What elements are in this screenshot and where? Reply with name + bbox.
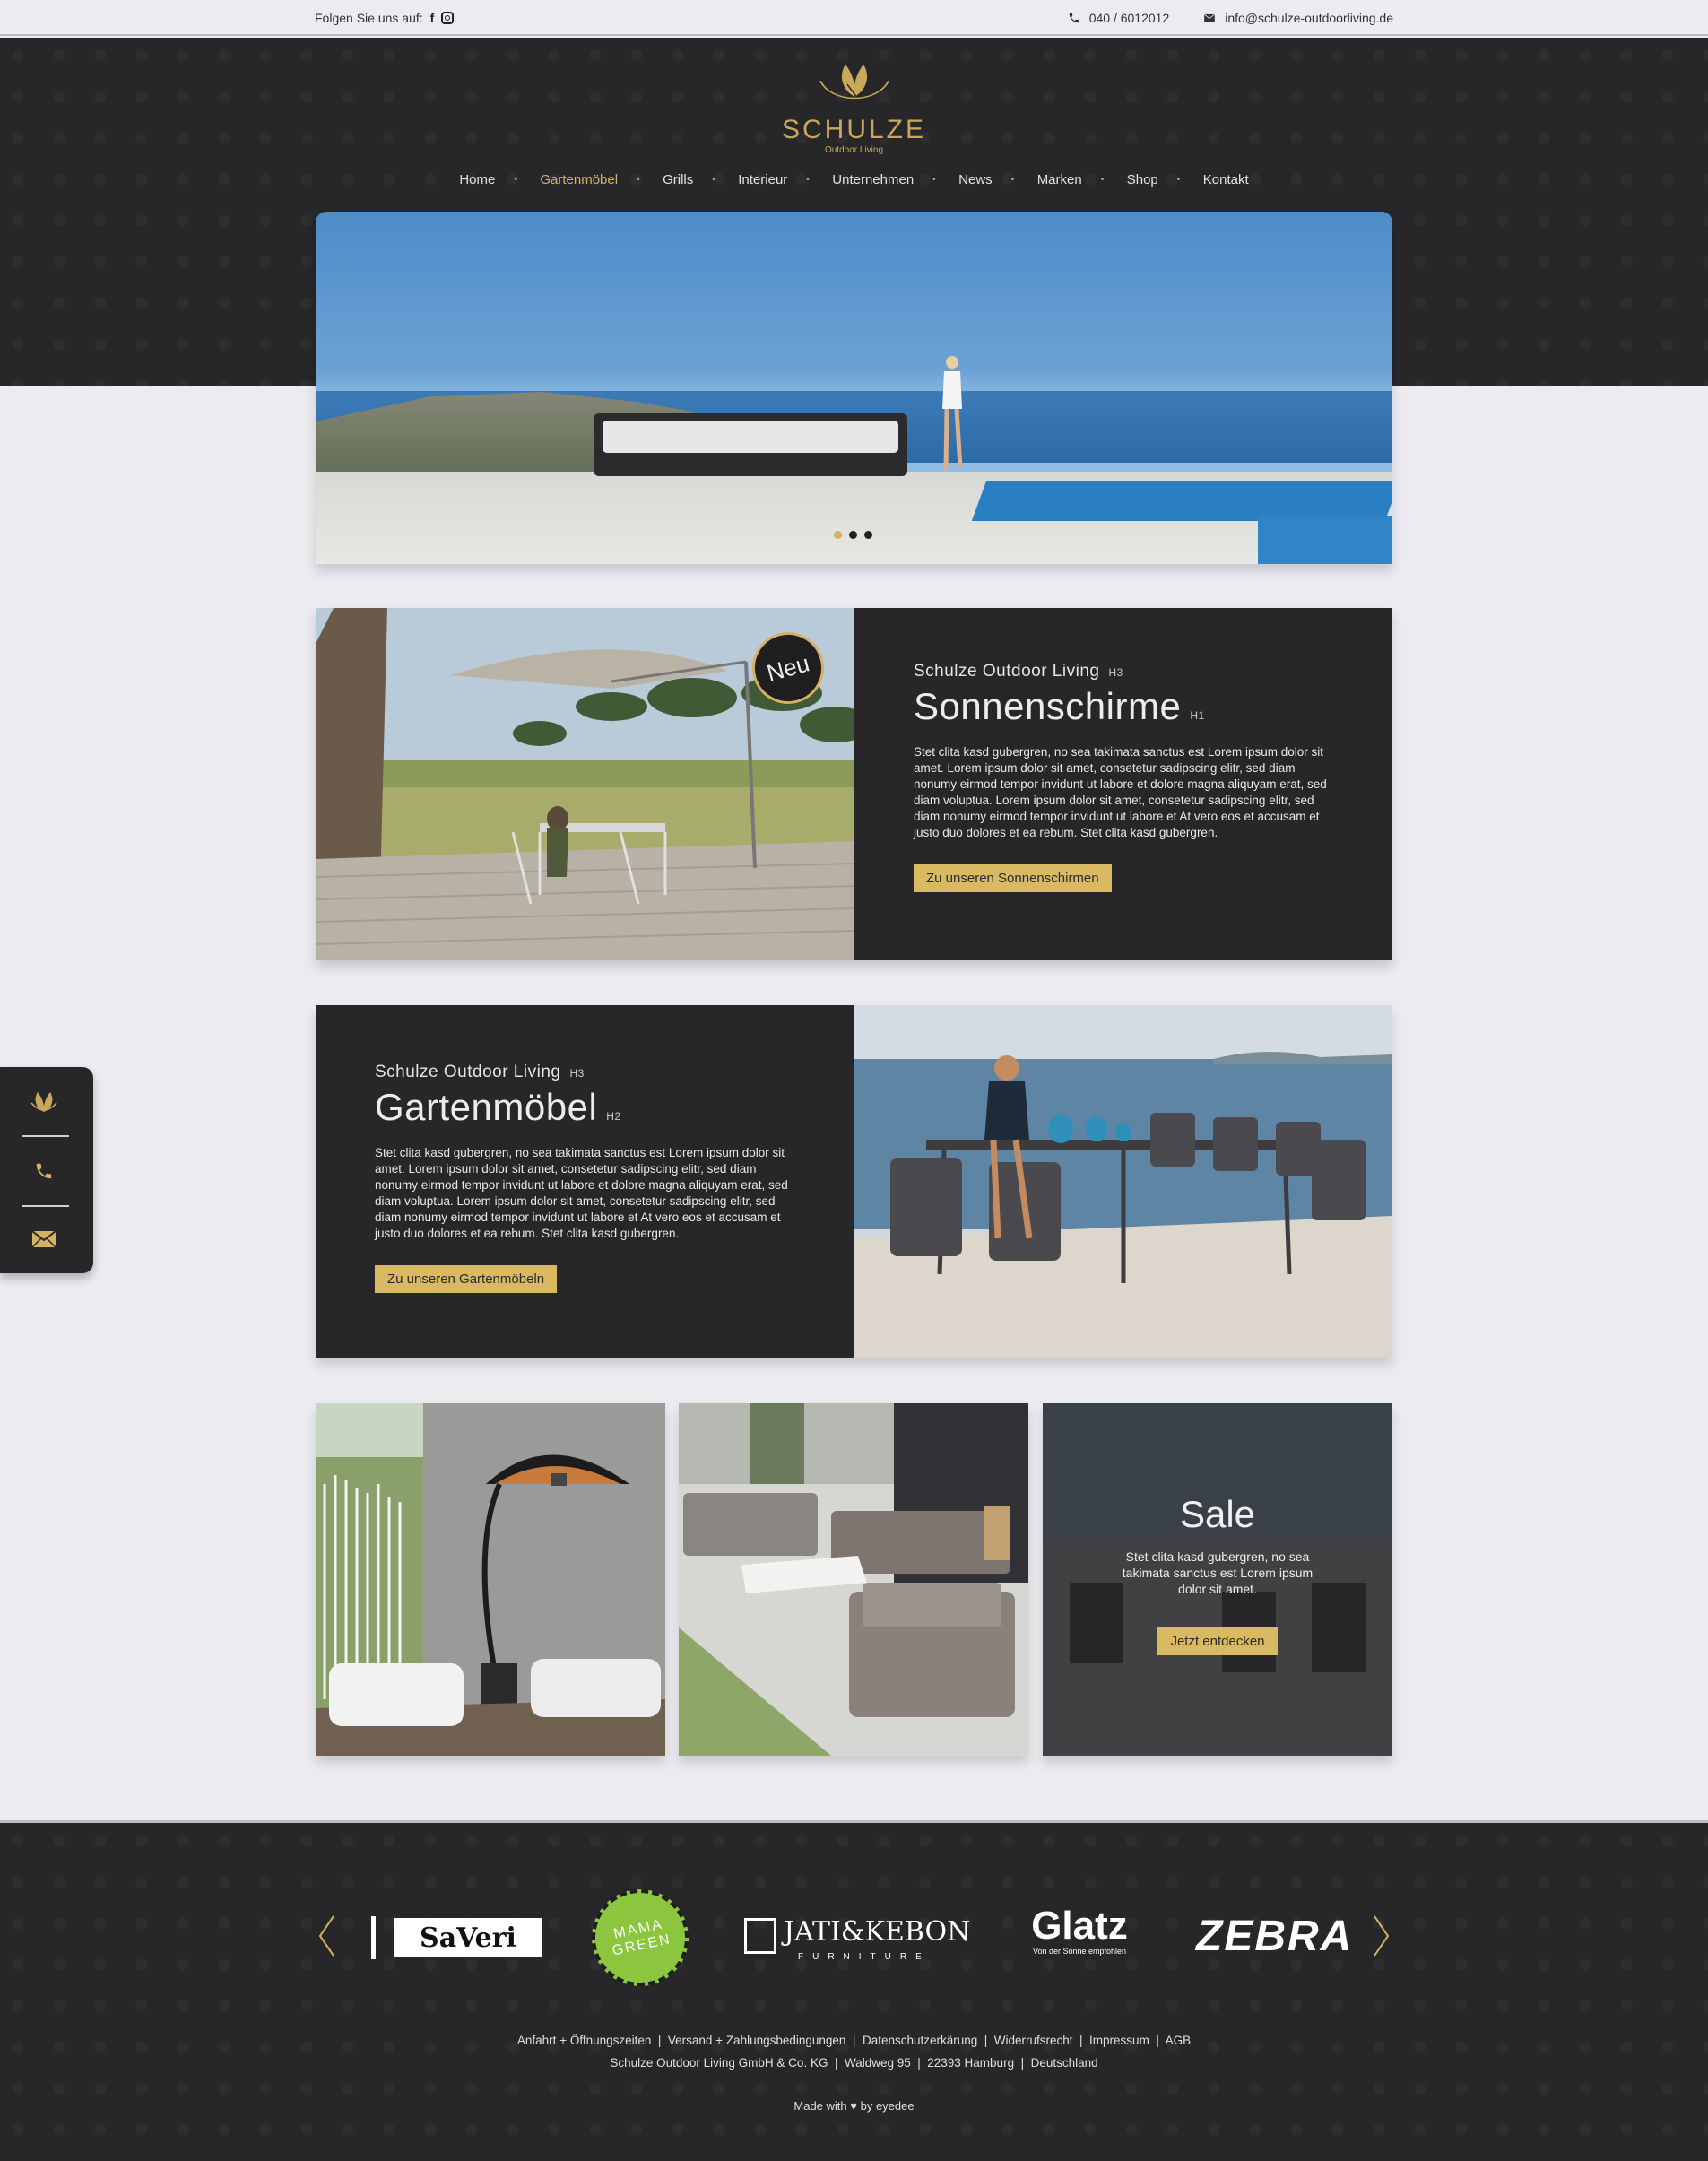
feature-body: Stet clita kasd gubergren, no sea takima… (375, 1146, 788, 1240)
feature-panel: Schulze Outdoor Living H3 Sonnenschirme H1… (854, 608, 1392, 960)
heart-icon: ♥ (850, 2099, 857, 2113)
feature-gartenmoebel: Schulze Outdoor Living H3 Gartenmöbel H2 S… (316, 1005, 1392, 1358)
follow-label: Folgen Sie uns auf: (315, 11, 423, 25)
nav-item-kontakt[interactable]: Kontakt (1177, 172, 1271, 187)
brand-name: Glatz (1031, 1904, 1128, 1948)
jati-k-icon (744, 1918, 776, 1954)
phone-icon (36, 1163, 52, 1179)
brand-name: JATI&KEBON (784, 1916, 971, 1948)
top-bar: Folgen Sie uns auf: f 040 / 6012012 info… (0, 0, 1708, 36)
chevron-right-icon[interactable] (1373, 1914, 1391, 1957)
slider-dot[interactable] (834, 531, 842, 539)
feature-image-umbrella: Neu (316, 608, 854, 960)
feature-title: Gartenmöbel H2 (375, 1086, 621, 1128)
nav-item-grills[interactable]: Grills (637, 172, 715, 187)
logo-leaf-icon (819, 65, 889, 100)
brand-logo-saveri[interactable]: SaVeri (371, 1916, 542, 1959)
brand-logo-mamagreen[interactable]: MAMA GREEN (582, 1879, 698, 1996)
sale-title: Sale (1179, 1493, 1256, 1535)
logo[interactable]: SCHULZE Outdoor Living (780, 57, 928, 174)
slider-dots (834, 531, 872, 539)
feature-image-dining (854, 1005, 1392, 1358)
logo-leaf-icon (30, 1092, 57, 1112)
sale-overlay: Sale Stet clita kasd gubergren, no sea t… (1043, 1403, 1392, 1756)
social-follow: Folgen Sie uns auf: f (315, 11, 455, 25)
nav-item-unternehmen[interactable]: Unternehmen (806, 172, 936, 187)
feature-kicker: Schulze Outdoor Living H3 (914, 662, 1123, 681)
sonnenschirme-button[interactable]: Zu unseren Sonnenschirmen (914, 864, 1112, 892)
brand-carousel: SaVeri MAMA GREEN JATI&KEBON FURNITURE G… (316, 1879, 1392, 1996)
hero-person (942, 356, 963, 471)
brand-tagline: Outdoor Living (824, 145, 884, 155)
credit-link[interactable]: by eyedee (861, 2099, 915, 2113)
hero-slider[interactable] (316, 212, 1392, 564)
brand-name: ZEBRA (1196, 1912, 1354, 1960)
side-contact-bar (0, 1067, 93, 1273)
brand-name: SCHULZE (781, 115, 927, 144)
site-footer: SaVeri MAMA GREEN JATI&KEBON FURNITURE G… (0, 1820, 1708, 2161)
feature-title: Sonnenschirme H1 (914, 685, 1205, 727)
slider-dot[interactable] (849, 531, 857, 539)
tile-heater[interactable] (316, 1403, 665, 1756)
facebook-icon[interactable]: f (430, 11, 435, 25)
footer-nav-links[interactable]: Anfahrt + Öffnungszeiten | Versand + Zah… (0, 2029, 1708, 2052)
feature-body: Stet clita kasd gubergren, no sea takima… (914, 745, 1327, 839)
chevron-left-icon[interactable] (317, 1914, 335, 1957)
nav-item-gartenmoebel[interactable]: Gartenmöbel (514, 172, 640, 187)
mail-icon (1204, 13, 1216, 22)
sidebar-phone[interactable] (18, 1137, 70, 1205)
tile-sale[interactable]: Sale Stet clita kasd gubergren, no sea t… (1043, 1403, 1392, 1756)
brand-subtitle: Von der Sonne empfohlen (1032, 1947, 1127, 1956)
nav-item-shop[interactable]: Shop (1101, 172, 1181, 187)
feature-sonnenschirme: Neu Schulze Outdoor Living H3 Sonnenschir… (316, 608, 1392, 960)
gartenmoebel-button[interactable]: Zu unseren Gartenmöbeln (375, 1265, 558, 1293)
email-link[interactable]: info@schulze-outdoorliving.de (1225, 11, 1393, 25)
sale-text: Stet clita kasd gubergren, no sea takima… (1122, 1549, 1314, 1596)
brand-logo-jati-kebon[interactable]: JATI&KEBON FURNITURE (744, 1914, 970, 1965)
sale-button[interactable]: Jetzt entdecken (1157, 1627, 1278, 1655)
footer-credit: Made with ♥ by eyedee (793, 2099, 915, 2113)
instagram-icon[interactable] (441, 12, 455, 24)
brand-subtitle: FURNITURE (798, 1952, 931, 1962)
contact-info: 040 / 6012012 info@schulze-outdoorliving… (1068, 11, 1393, 25)
feature-panel: Schulze Outdoor Living H3 Gartenmöbel H2 S… (316, 1005, 854, 1358)
slider-dot[interactable] (864, 531, 872, 539)
nav-item-home[interactable]: Home (437, 172, 517, 187)
sidebar-home[interactable] (18, 1067, 70, 1135)
brand-logo-glatz[interactable]: Glatz Von der Sonne empfohlen (1015, 1905, 1144, 1959)
footer-links: Anfahrt + Öffnungszeiten | Versand + Zah… (0, 2029, 1708, 2074)
nav-item-news[interactable]: News (932, 172, 1015, 187)
nav-item-interieur[interactable]: Interieur (712, 172, 810, 187)
nav-item-marken[interactable]: Marken (1011, 172, 1105, 187)
mail-icon (31, 1230, 56, 1248)
hero-sofa (594, 413, 907, 476)
brand-logo-zebra[interactable]: ZEBRA (1196, 1911, 1351, 1961)
footer-address: Schulze Outdoor Living GmbH & Co. KG | W… (610, 2056, 1098, 2070)
feature-kicker: Schulze Outdoor Living H3 (375, 1063, 585, 1081)
main-nav: Home Gartenmöbel Grills Interieur Untern… (0, 172, 1708, 187)
phone-icon (1069, 13, 1079, 23)
tile-lounge[interactable] (679, 1403, 1028, 1756)
phone-link[interactable]: 040 / 6012012 (1089, 11, 1170, 25)
sidebar-mail[interactable] (18, 1205, 70, 1273)
brand-name: SaVeri (420, 1922, 516, 1954)
